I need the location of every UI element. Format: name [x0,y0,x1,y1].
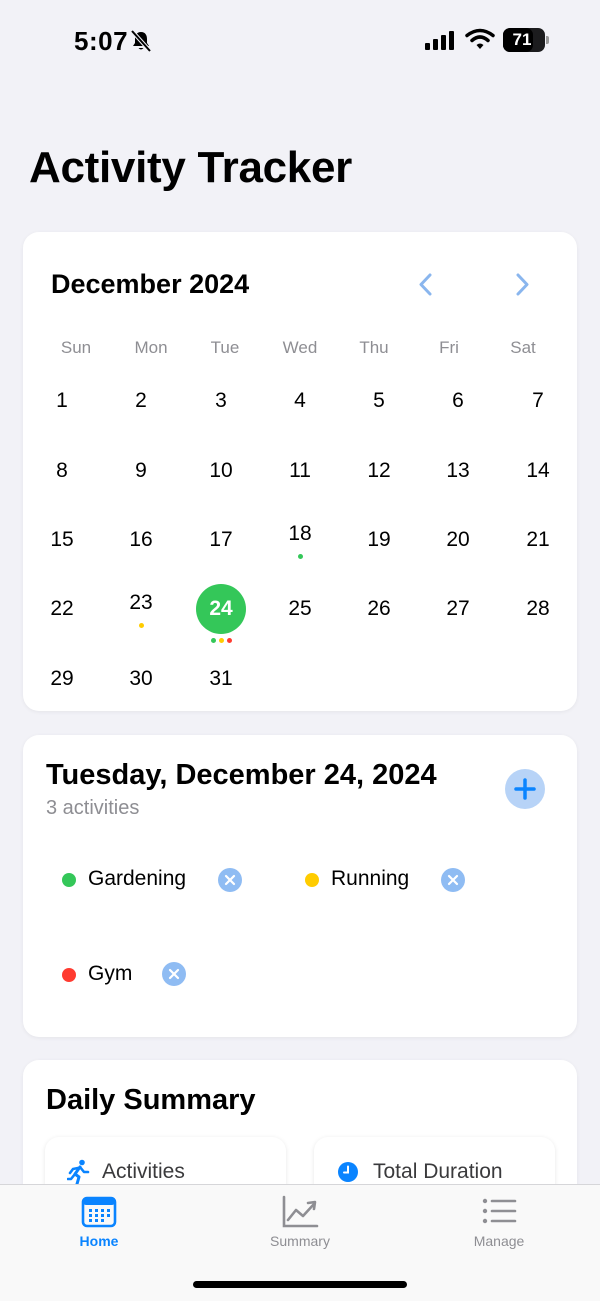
chart-icon [282,1195,319,1228]
calendar-icon [81,1196,117,1228]
calendar-day[interactable]: 18 [275,521,325,547]
calendar-day[interactable]: 21 [513,527,563,553]
page-title: Activity Tracker [29,143,352,192]
next-month-button[interactable] [507,270,537,300]
home-indicator[interactable] [193,1281,407,1288]
activity-marker-dot [210,638,216,643]
calendar-day[interactable]: 11 [275,458,325,484]
calendar-day[interactable]: 6 [433,388,483,414]
tab-label: Summary [270,1233,330,1249]
calendar-day[interactable]: 15 [37,527,87,553]
calendar-day[interactable]: 9 [116,458,166,484]
calendar-day[interactable]: 5 [354,388,404,414]
battery-tip [546,36,549,44]
activity-color-dot [62,873,76,887]
activity-chip-gym: Gym [62,960,172,990]
battery-percentage: 71 [512,30,532,49]
calendar-day[interactable]: 2 [116,388,166,414]
calendar-day[interactable]: 3 [196,388,246,414]
weekday-label: Fri [439,338,459,357]
remove-gym-button[interactable] [162,962,186,986]
activity-label: Running [331,867,410,890]
activity-color-dot [305,873,319,887]
calendar-day[interactable]: 29 [37,666,87,692]
calendar-day[interactable]: 26 [354,596,404,622]
calendar-day[interactable]: 1 [37,388,87,414]
calendar-day[interactable]: 25 [275,596,325,622]
calendar-day[interactable]: 10 [196,458,246,484]
add-activity-button[interactable] [505,769,545,809]
month-label: December 2024 [51,269,250,299]
activity-color-dot [62,968,76,982]
wifi-icon [465,28,495,55]
calendar-day[interactable]: 27 [433,596,483,622]
calendar-day[interactable]: 28 [513,596,563,622]
weekday-label: Sun [60,338,92,357]
calendar-day[interactable]: 4 [275,388,325,414]
calendar-day[interactable]: 30 [116,666,166,692]
calendar-day[interactable]: 22 [37,596,87,622]
selected-day-card: Tuesday, December 24, 2024 3 activities … [23,735,577,1037]
previous-month-button[interactable] [411,270,441,300]
activity-marker-dot [226,638,232,643]
remove-gardening-button[interactable] [218,868,242,892]
status-bar: 5:07 71 [0,0,600,82]
activity-label: Gardening [88,867,187,890]
calendar-day[interactable]: 13 [433,458,483,484]
chevron-left-icon [419,273,432,296]
selected-day-title: Tuesday, December 24, 2024 [46,759,437,791]
weekday-label: Sat [510,338,536,357]
status-time: 5:07 [74,26,129,56]
activity-marker-dot [297,554,303,559]
chevron-right-icon [516,273,529,296]
activity-marker-dot [138,623,144,628]
close-icon [447,874,459,886]
cellular-signal-icon [425,30,455,55]
list-icon [482,1198,517,1224]
tab-manage[interactable]: Manage [429,1185,569,1265]
calendar-day[interactable]: 19 [354,527,404,553]
tab-summary[interactable]: Summary [230,1185,370,1265]
calendar-card: December 2024 Sun Mon Tue Wed Thu Fri Sa… [23,232,577,711]
close-icon [168,968,180,980]
remove-running-button[interactable] [441,868,465,892]
calendar-day[interactable]: 31 [196,666,246,692]
calendar-day[interactable]: 17 [196,527,246,553]
calendar-day[interactable]: 14 [513,458,563,484]
stat-label: Total Duration [373,1160,503,1183]
activity-marker-dot [218,638,224,643]
weekday-label: Mon [134,338,168,357]
weekday-label: Wed [282,338,318,357]
bell-muted-icon [130,29,152,58]
calendar-day[interactable]: 8 [37,458,87,484]
tab-home[interactable]: Home [29,1185,169,1265]
close-icon [224,874,236,886]
calendar-day[interactable]: 12 [354,458,404,484]
calendar-day-selected[interactable]: 24 [196,584,246,634]
calendar-day[interactable]: 7 [513,388,563,414]
tab-label: Home [79,1233,119,1249]
calendar-day[interactable]: 23 [116,590,166,616]
runner-icon [67,1159,90,1185]
battery-icon: 71 [503,28,545,52]
tab-label: Manage [473,1233,525,1249]
weekday-label: Tue [210,338,240,357]
activity-count: 3 activities [46,797,140,819]
plus-icon [514,778,536,800]
calendar-day[interactable]: 20 [433,527,483,553]
summary-title: Daily Summary [46,1084,256,1116]
activity-label: Gym [88,962,133,985]
clock-icon [338,1162,358,1182]
calendar-day[interactable]: 16 [116,527,166,553]
stat-label: Activities [102,1160,185,1183]
weekday-label: Thu [359,338,389,357]
